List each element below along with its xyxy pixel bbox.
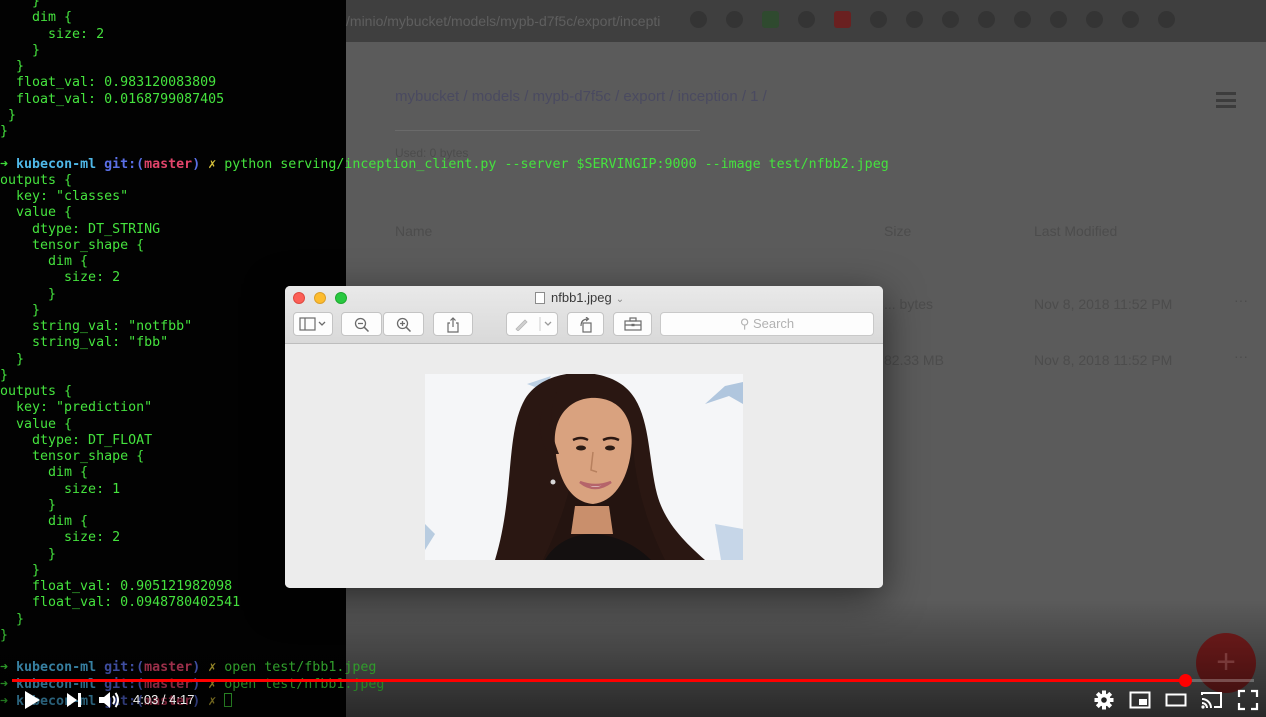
terminal-line: key: "classes" bbox=[0, 189, 129, 204]
extension-icon[interactable] bbox=[1086, 11, 1103, 28]
terminal-line: value { bbox=[0, 205, 73, 221]
row-modified: Nov 8, 2018 11:52 PM bbox=[1034, 296, 1173, 312]
terminal-line: } bbox=[0, 124, 9, 139]
row-size: ... bytes bbox=[884, 296, 934, 312]
scrubber-handle[interactable] bbox=[1179, 674, 1192, 687]
preview-window: nfbb1.jpeg ⌄ ⚲ Search bbox=[285, 286, 883, 588]
chevron-down-icon: ⌄ bbox=[615, 294, 625, 305]
pen-icon bbox=[515, 317, 552, 331]
terminal-line: } bbox=[0, 107, 17, 123]
terminal-line: } bbox=[0, 59, 25, 74]
window-title-text: nfbb1.jpeg bbox=[551, 290, 612, 305]
volume-icon bbox=[99, 692, 119, 708]
time-display: 4:03 / 4:17 bbox=[133, 692, 195, 707]
extension-icon[interactable] bbox=[906, 11, 923, 28]
extension-icon[interactable] bbox=[1122, 11, 1139, 28]
document-icon bbox=[535, 292, 545, 304]
search-field[interactable]: ⚲ Search bbox=[660, 312, 874, 336]
zoom-window-button[interactable] bbox=[335, 292, 347, 304]
settings-button[interactable] bbox=[1093, 689, 1115, 711]
sidebar-icon bbox=[299, 317, 326, 331]
terminal-line: } bbox=[0, 42, 41, 58]
portrait-photo bbox=[425, 374, 743, 560]
next-icon bbox=[67, 693, 81, 707]
rotate-icon bbox=[579, 317, 592, 333]
miniplayer-icon bbox=[1129, 691, 1151, 709]
extension-icon[interactable] bbox=[978, 11, 995, 28]
row-modified: Nov 8, 2018 11:52 PM bbox=[1034, 352, 1173, 368]
cast-icon bbox=[1201, 692, 1222, 709]
settings-icon bbox=[1094, 690, 1114, 710]
miniplayer-button[interactable] bbox=[1129, 689, 1151, 711]
share-button[interactable] bbox=[433, 312, 473, 336]
prompt-git: ) bbox=[192, 156, 201, 172]
minimize-window-button[interactable] bbox=[314, 292, 326, 304]
zoom-in-icon bbox=[396, 317, 411, 332]
terminal-line: dim { bbox=[0, 10, 73, 26]
terminal-line: tensor_shape { bbox=[0, 237, 145, 253]
mute-button[interactable] bbox=[97, 689, 121, 711]
row-more-icon[interactable]: ··· bbox=[1234, 292, 1248, 308]
extension-icon[interactable] bbox=[942, 11, 959, 28]
terminal-line: float_val: 0.0168799087405 bbox=[0, 91, 225, 107]
menu-icon[interactable] bbox=[1216, 92, 1236, 108]
fullscreen-button[interactable] bbox=[1237, 689, 1259, 711]
column-header-modified[interactable]: Last Modified bbox=[1034, 223, 1117, 239]
zoom-out-icon bbox=[354, 317, 369, 332]
progress-played bbox=[12, 679, 1185, 682]
sidebar-toggle-button[interactable] bbox=[293, 312, 333, 336]
preview-titlebar[interactable]: nfbb1.jpeg ⌄ ⚲ Search bbox=[285, 286, 883, 344]
terminal-prompt-line: ➜ kubecon-ml git:(master) ✗ python servi… bbox=[0, 157, 889, 173]
extension-icon[interactable] bbox=[1050, 11, 1067, 28]
prompt-dir: kubecon-ml bbox=[16, 156, 97, 172]
extension-icon[interactable] bbox=[1014, 11, 1031, 28]
prompt-branch: master bbox=[144, 156, 193, 172]
fullscreen-icon bbox=[1237, 689, 1259, 711]
row-more-icon[interactable]: ··· bbox=[1234, 348, 1248, 364]
play-icon bbox=[25, 691, 40, 709]
terminal-line: } bbox=[0, 0, 41, 9]
terminal-line: dim { bbox=[0, 254, 89, 269]
prompt-cmd: python serving/inception_client.py --ser… bbox=[224, 156, 889, 172]
rotate-button[interactable] bbox=[567, 312, 604, 336]
prompt-arrow: ➜ bbox=[0, 156, 9, 172]
preview-canvas bbox=[285, 345, 883, 588]
share-icon bbox=[447, 317, 459, 333]
row-size: 82.33 MB bbox=[884, 352, 944, 368]
terminal-line: outputs { bbox=[0, 172, 73, 188]
cast-button[interactable] bbox=[1200, 689, 1224, 711]
extension-icon[interactable] bbox=[1158, 11, 1175, 28]
zoom-out-button[interactable] bbox=[341, 312, 382, 336]
markup-button[interactable] bbox=[506, 312, 558, 336]
terminal-line: dtype: DT_STRING bbox=[0, 221, 161, 237]
toolbox-button[interactable] bbox=[613, 312, 652, 336]
search-icon: ⚲ bbox=[739, 316, 750, 331]
theater-icon bbox=[1165, 693, 1187, 707]
play-button[interactable] bbox=[22, 689, 42, 711]
zoom-in-button[interactable] bbox=[383, 312, 424, 336]
search-placeholder: Search bbox=[752, 316, 795, 331]
toolbox-icon bbox=[623, 317, 642, 331]
prompt-git: git:( bbox=[104, 156, 145, 172]
theater-mode-button[interactable] bbox=[1165, 689, 1187, 711]
close-window-button[interactable] bbox=[293, 292, 305, 304]
window-title[interactable]: nfbb1.jpeg ⌄ bbox=[535, 290, 624, 305]
progress-bar[interactable] bbox=[12, 674, 1254, 687]
terminal-line: float_val: 0.983120083809 bbox=[0, 75, 217, 91]
terminal-line: size: 2 bbox=[0, 270, 121, 286]
next-button[interactable] bbox=[64, 689, 84, 711]
terminal-line: size: 2 bbox=[0, 26, 105, 42]
